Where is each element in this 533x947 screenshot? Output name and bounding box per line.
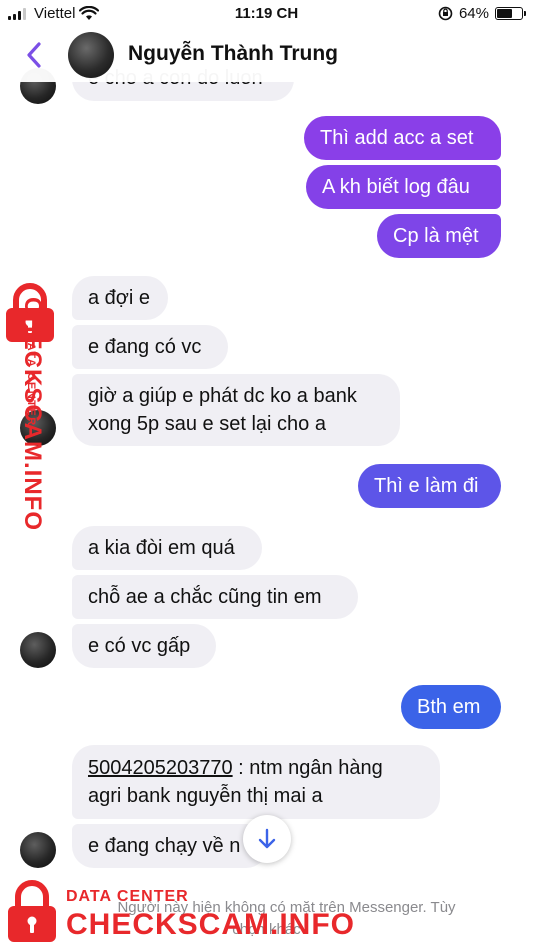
contact-name[interactable]: Nguyễn Thành Trung	[128, 42, 338, 66]
incoming-message[interactable]: e có vc gấp	[72, 624, 216, 668]
back-button[interactable]	[20, 38, 50, 72]
incoming-message[interactable]: e đang có vc	[72, 325, 228, 369]
outgoing-message[interactable]: Cp là mệt	[377, 214, 501, 258]
chevron-left-icon	[27, 42, 41, 68]
incoming-message[interactable]: chỗ ae a chắc cũng tin em	[72, 575, 358, 619]
watermark-side: CHECKSCAM.INFO DATA CENTER	[0, 282, 64, 542]
incoming-message[interactable]: e đang chạy về n	[72, 824, 268, 868]
padlock-icon	[8, 880, 56, 942]
outgoing-message[interactable]: Bth em	[401, 685, 501, 729]
conversation-header: Nguyễn Thành Trung	[0, 28, 533, 82]
message-list[interactable]: e cho a con do luon Thì add acc a set A …	[0, 0, 533, 947]
outgoing-message[interactable]: A kh biết log đâu	[306, 165, 501, 209]
outgoing-message[interactable]: Thì e làm đi	[358, 464, 501, 508]
account-number-link[interactable]: 5004205203770	[88, 757, 233, 779]
outgoing-message[interactable]: Thì add acc a set	[304, 116, 501, 160]
contact-avatar-small	[20, 832, 56, 868]
arrow-down-icon	[258, 828, 276, 849]
incoming-message[interactable]: giờ a giúp e phát dc ko a bank xong 5p s…	[72, 374, 400, 446]
incoming-message[interactable]: a kia đòi em quá	[72, 526, 262, 570]
incoming-message[interactable]: 5004205203770 : ntm ngân hàng agri bank …	[72, 745, 440, 819]
watermark-brand: CHECKSCAM.INFO	[66, 908, 355, 941]
scroll-to-bottom-button[interactable]	[243, 815, 291, 863]
incoming-message[interactable]: a đợi e	[72, 276, 168, 320]
watermark-bottom: DATA CENTER CHECKSCAM.INFO	[0, 876, 533, 947]
contact-avatar[interactable]	[68, 32, 114, 78]
watermark-subtitle: DATA CENTER	[66, 888, 189, 905]
contact-avatar-small	[20, 632, 56, 668]
watermark-subtitle-vertical: DATA CENTER	[25, 333, 37, 427]
